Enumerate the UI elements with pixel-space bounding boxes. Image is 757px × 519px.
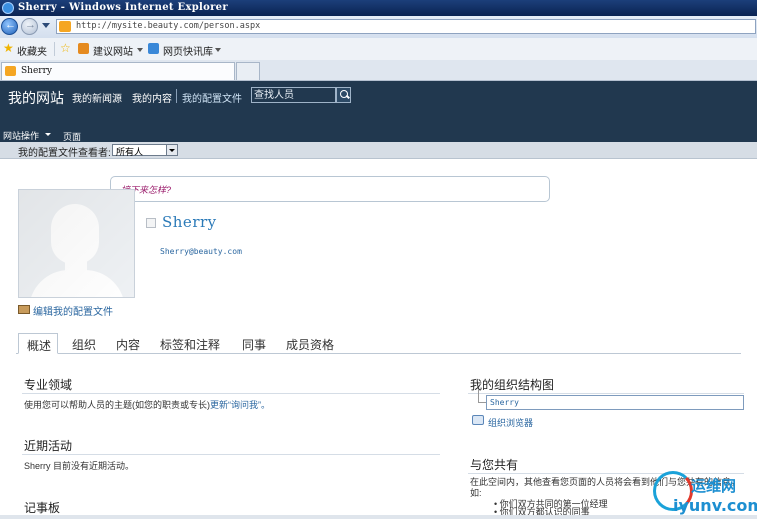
nav-newsfeed[interactable]: 我的新闻源 bbox=[72, 90, 122, 105]
new-tab-button[interactable] bbox=[236, 62, 260, 80]
expertise-heading: 专业领域 bbox=[24, 378, 73, 392]
bing-icon bbox=[78, 43, 89, 54]
web-slice-icon bbox=[148, 43, 159, 54]
address-url: http://mysite.beauty.com/person.aspx bbox=[76, 21, 261, 31]
nav-my-profile[interactable]: 我的配置文件 bbox=[182, 90, 242, 105]
recent-pages-dropdown[interactable] bbox=[42, 23, 50, 28]
browser-tab-row: Sherry bbox=[0, 60, 757, 81]
recent-activity-text: Sherry 目前没有近期活动。 bbox=[24, 461, 135, 471]
edit-profile-link[interactable]: 编辑我的配置文件 bbox=[33, 303, 113, 318]
note-board-heading: 记事板 bbox=[24, 501, 61, 515]
profile-photo bbox=[18, 189, 135, 298]
viewer-selected-value: 所有人 bbox=[116, 147, 144, 157]
main-content: 接下来怎样? Sherry Sherry@beauty.com 编辑我的配置文件… bbox=[0, 159, 757, 519]
address-bar-row: ← → http://mysite.beauty.com/person.aspx bbox=[0, 16, 757, 39]
tab-title: Sherry bbox=[21, 66, 52, 76]
status-bubble[interactable]: 接下来怎样? bbox=[110, 176, 550, 202]
profile-viewer-bar: 我的配置文件查看者: 所有人 bbox=[0, 142, 757, 159]
watermark-logo: 运维网 iyunv.com bbox=[645, 465, 757, 519]
tab-content[interactable]: 内容 bbox=[116, 336, 140, 353]
forward-arrow-icon: → bbox=[25, 19, 36, 31]
favorites-bar: ★ 收藏夹 ☆ 建议网站 网页快讯库 bbox=[0, 38, 757, 61]
tab-organization[interactable]: 组织 bbox=[72, 336, 96, 353]
web-slice-gallery-link[interactable]: 网页快讯库 bbox=[163, 43, 213, 58]
profile-name: Sherry bbox=[162, 213, 217, 231]
section-divider bbox=[22, 454, 440, 455]
site-actions-menu[interactable]: 网站操作 bbox=[3, 129, 39, 142]
site-name-link[interactable]: 我的网站 bbox=[8, 88, 64, 108]
back-arrow-icon: ← bbox=[5, 19, 16, 31]
chevron-down-icon bbox=[169, 149, 175, 152]
viewer-label: 我的配置文件查看者: bbox=[18, 148, 111, 159]
suggested-sites-link[interactable]: 建议网站 bbox=[93, 43, 133, 58]
watermark-cn: 运维网 bbox=[691, 478, 737, 495]
nav-divider bbox=[176, 89, 177, 103]
dropdown-button[interactable] bbox=[166, 145, 177, 155]
edit-profile-icon bbox=[18, 305, 30, 314]
org-browser-link[interactable]: 组织浏览器 bbox=[488, 416, 533, 429]
profile-tabs: 概述 组织 内容 标签和注释 同事 成员资格 bbox=[16, 333, 741, 354]
profile-email-link[interactable]: Sherry@beauty.com bbox=[160, 247, 242, 256]
watermark-en: iyunv.com bbox=[673, 496, 757, 515]
chevron-down-icon[interactable] bbox=[137, 48, 143, 52]
window-title: Sherry - Windows Internet Explorer bbox=[18, 2, 228, 13]
window-title-bar: Sherry - Windows Internet Explorer bbox=[0, 0, 757, 16]
chevron-down-icon[interactable] bbox=[215, 48, 221, 52]
forward-button[interactable]: → bbox=[21, 18, 38, 35]
browser-tab-active[interactable]: Sherry bbox=[1, 62, 235, 80]
in-common-heading: 与您共有 bbox=[470, 458, 519, 472]
update-ask-me-link[interactable]: 更新“询问我”。 bbox=[210, 400, 270, 410]
presence-status-icon bbox=[146, 218, 156, 228]
org-chart-person[interactable]: Sherry bbox=[486, 395, 744, 410]
address-input[interactable]: http://mysite.beauty.com/person.aspx bbox=[56, 19, 756, 34]
org-browser-icon bbox=[472, 415, 484, 425]
favorites-button[interactable]: 收藏夹 bbox=[17, 43, 47, 58]
search-button[interactable] bbox=[336, 87, 351, 103]
recent-activity-heading: 近期活动 bbox=[24, 439, 73, 453]
site-header: 我的网站 我的新闻源 我的内容 我的配置文件 网站操作 页面 bbox=[0, 81, 757, 142]
section-divider bbox=[22, 393, 440, 394]
favorites-star-icon: ★ bbox=[3, 41, 14, 55]
tab-favicon-icon bbox=[5, 66, 16, 76]
tab-memberships[interactable]: 成员资格 bbox=[286, 336, 334, 353]
expertise-text: 使用您可以帮助人员的主题(如您的职责或专长)更新“询问我”。 bbox=[24, 400, 270, 410]
viewer-select[interactable]: 所有人 bbox=[112, 144, 178, 157]
people-search-box[interactable] bbox=[251, 87, 336, 103]
tab-overview[interactable]: 概述 bbox=[18, 333, 58, 354]
nav-my-content[interactable]: 我的内容 bbox=[132, 90, 172, 105]
ie-logo-icon bbox=[2, 2, 14, 14]
status-bar bbox=[0, 515, 757, 519]
add-favorite-icon[interactable]: ☆ bbox=[60, 41, 71, 55]
people-search-input[interactable] bbox=[254, 89, 332, 101]
section-divider bbox=[468, 393, 744, 394]
site-favicon-icon bbox=[59, 21, 71, 32]
tab-colleagues[interactable]: 同事 bbox=[242, 336, 266, 353]
chevron-down-icon bbox=[45, 133, 51, 136]
back-button[interactable]: ← bbox=[1, 18, 18, 35]
favorites-divider bbox=[54, 42, 55, 56]
tab-tags-notes[interactable]: 标签和注释 bbox=[160, 336, 220, 353]
